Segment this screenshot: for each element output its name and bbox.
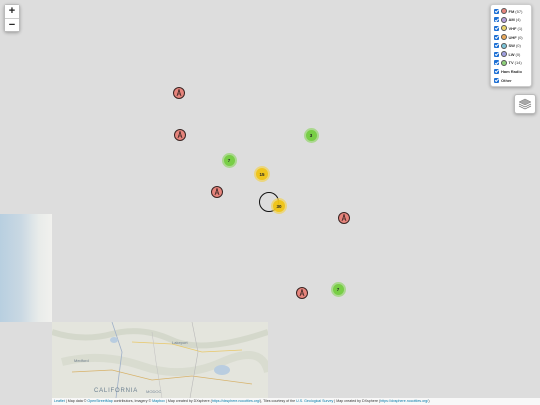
- layers-icon: [518, 98, 532, 110]
- coastline-tile: [0, 214, 52, 322]
- legend-row[interactable]: Other: [494, 76, 528, 85]
- cluster-count: 7: [332, 283, 344, 295]
- layers-button[interactable]: [514, 94, 536, 114]
- fm-station-marker[interactable]: [174, 129, 186, 141]
- cluster-count: 7: [223, 154, 235, 166]
- marker-cluster[interactable]: 15: [254, 166, 270, 182]
- legend-row[interactable]: SW (0): [494, 41, 528, 50]
- layer-checkbox[interactable]: [494, 43, 499, 49]
- california-label: CALIFORNIA: [94, 388, 138, 394]
- legend-count: (0): [517, 34, 523, 40]
- layer-checkbox[interactable]: [494, 68, 499, 74]
- cluster-count: 15: [256, 168, 268, 180]
- modoc-label: MODOC: [146, 389, 161, 394]
- legend-label: SW: [508, 43, 515, 49]
- layer-legend: FM (57) AM (4) VHF (1) UHF (0) SW (0) LW (0) TV (14) H…: [490, 4, 532, 87]
- blank-tile: [0, 322, 52, 398]
- leaflet-link[interactable]: Leaflet: [54, 399, 65, 403]
- legend-label: Ham Radio: [501, 68, 522, 74]
- map-canvas[interactable]: Lakeport Medford CALIFORNIA MODOC + − FM…: [0, 0, 540, 405]
- legend-row[interactable]: AM (4): [494, 16, 528, 25]
- legend-row[interactable]: VHF (1): [494, 24, 528, 33]
- layer-checkbox[interactable]: [494, 25, 499, 31]
- attribution-text: | Map created by DXsphere (: [333, 399, 381, 403]
- marker-cluster[interactable]: 30: [271, 198, 287, 214]
- layer-checkbox[interactable]: [494, 34, 499, 40]
- legend-label: LW: [508, 51, 515, 57]
- legend-label: TV: [508, 60, 514, 66]
- radio-tower-icon: [214, 188, 220, 196]
- radio-tower-icon: [177, 131, 183, 139]
- fm-station-marker[interactable]: [296, 287, 308, 299]
- layer-checkbox[interactable]: [494, 17, 499, 23]
- layer-checkbox[interactable]: [494, 77, 499, 83]
- legend-count: (1): [517, 25, 523, 31]
- map-attribution: Leaflet | Map data © OpenStreetMap contr…: [52, 398, 540, 405]
- legend-count: (4): [515, 17, 521, 23]
- marker-cluster[interactable]: 7: [221, 152, 237, 168]
- legend-count: (0): [515, 43, 521, 49]
- zoom-control: + −: [4, 4, 20, 32]
- attribution-text: ), Tiles courtesy of the: [259, 399, 297, 403]
- legend-row[interactable]: LW (0): [494, 50, 528, 59]
- attribution-text: | Map data ©: [64, 399, 88, 403]
- layer-checkbox[interactable]: [494, 60, 499, 66]
- legend-row[interactable]: TV (14): [494, 59, 528, 68]
- attribution-text: ): [428, 399, 430, 403]
- am-radio-icon: [501, 16, 507, 23]
- legend-label: UHF: [508, 34, 517, 40]
- terrain-tile: Lakeport Medford CALIFORNIA MODOC: [52, 322, 268, 398]
- legend-label: Other: [501, 77, 512, 83]
- cluster-count: 3: [305, 129, 317, 141]
- legend-label: AM: [508, 17, 515, 23]
- legend-row[interactable]: FM (57): [494, 7, 528, 16]
- radio-tower-icon: [299, 289, 305, 297]
- radio-tower-icon: [176, 89, 182, 97]
- cluster-count: 30: [273, 200, 285, 212]
- attribution-text: contributors, Imagery ©: [112, 399, 153, 403]
- dxsphere-link[interactable]: https://dxsphere.nocotties.org/: [212, 399, 260, 403]
- marker-cluster[interactable]: 7: [330, 281, 346, 297]
- dxsphere-link[interactable]: https://dxsphere.nocotties.org/: [380, 399, 428, 403]
- fm-radio-icon: [501, 8, 507, 15]
- lakeport-label: Lakeport: [172, 340, 188, 345]
- legend-count: (57): [515, 8, 523, 14]
- legend-count: (0): [515, 51, 521, 57]
- uhf-icon: [501, 34, 507, 41]
- radio-tower-icon: [341, 214, 347, 222]
- zoom-in-button[interactable]: +: [5, 5, 19, 18]
- marker-cluster[interactable]: 3: [303, 127, 319, 143]
- layer-checkbox[interactable]: [494, 8, 499, 14]
- attribution-text: | Map created by DXsphere (: [164, 399, 212, 403]
- legend-label: VHF: [508, 25, 517, 31]
- layer-checkbox[interactable]: [494, 51, 499, 57]
- legend-label: FM: [508, 8, 515, 14]
- medford-label: Medford: [74, 358, 89, 363]
- zoom-out-button[interactable]: −: [5, 18, 19, 31]
- mapbox-link[interactable]: Mapbox: [152, 399, 165, 403]
- vhf-icon: [501, 25, 507, 32]
- lw-icon: [501, 51, 507, 58]
- tv-icon: [501, 59, 507, 66]
- legend-row[interactable]: Ham Radio: [494, 67, 528, 76]
- legend-row[interactable]: UHF (0): [494, 33, 528, 42]
- usgs-link[interactable]: U.S. Geological Survey: [296, 399, 333, 403]
- fm-station-marker[interactable]: [338, 212, 350, 224]
- fm-station-marker[interactable]: [173, 87, 185, 99]
- osm-link[interactable]: OpenStreetMap: [87, 399, 112, 403]
- sw-icon: [501, 42, 507, 49]
- fm-station-marker[interactable]: [211, 186, 223, 198]
- legend-count: (14): [514, 60, 522, 66]
